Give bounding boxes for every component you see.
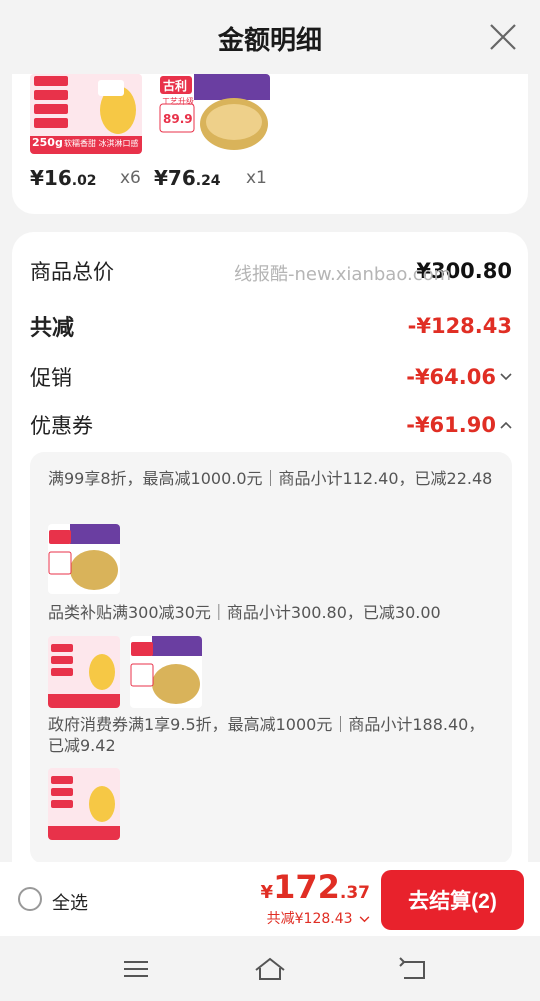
select-all-radio[interactable]	[18, 887, 42, 911]
coupon-detail-panel: 满99享8折，最高减1000.0元｜商品小计112.40，已减22.48 品类补…	[30, 452, 512, 864]
reduce-row: 共减 -¥128.43	[30, 310, 512, 342]
grand-total: ¥172.37	[261, 868, 370, 906]
home-icon[interactable]	[252, 954, 288, 984]
coupon-row[interactable]: 优惠券 -¥61.90	[30, 410, 512, 440]
product-a-price-int: ¥16	[30, 166, 72, 190]
promo-value-wrap: -¥64.06	[406, 365, 512, 389]
back-icon[interactable]	[396, 954, 432, 984]
reduce-label: 共减	[30, 316, 75, 341]
product-b-price-label: ¥76.24	[154, 166, 221, 190]
product-a-qty: x6	[120, 168, 141, 188]
grand-total-int: 172	[273, 868, 340, 906]
product-a-slogan: 软糯香甜 冰淇淋口感	[64, 139, 139, 148]
coupon-value-wrap: -¥61.90	[406, 413, 512, 437]
product-b-tag: 工艺升级	[162, 97, 194, 106]
menu-icon[interactable]	[118, 954, 154, 984]
system-nav-bar	[0, 936, 540, 1001]
product-image-b-icon	[48, 524, 120, 594]
chevron-down-icon	[359, 916, 370, 923]
saved-amount[interactable]: 共减¥128.43	[267, 908, 370, 928]
chevron-up-icon[interactable]	[500, 418, 512, 433]
product-b-price-dec: .24	[195, 173, 221, 189]
coupon-label: 优惠券	[30, 414, 93, 438]
coupon-detail-2: 品类补贴满300减30元｜商品小计300.80，已减30.00	[48, 603, 441, 622]
chevron-down-icon[interactable]	[500, 370, 512, 385]
product-summary-card: 250g 软糯香甜 冰淇淋口感 古利 工艺升级 89.9 ¥16.02 x6 ¥…	[12, 74, 528, 214]
product-b-brand: 古利	[163, 79, 188, 93]
close-icon[interactable]	[488, 22, 518, 52]
coupon-2-product-thumb-a[interactable]	[48, 636, 120, 708]
product-a-weight: 250g	[32, 136, 63, 149]
product-b-price-int: ¥76	[154, 166, 196, 190]
product-image-a-icon	[48, 636, 120, 708]
checkout-button[interactable]: 去结算(2)	[381, 870, 524, 930]
product-a-price-dec: .02	[71, 173, 97, 189]
coupon-value: -¥61.90	[406, 413, 496, 437]
promo-label: 促销	[30, 366, 72, 390]
saved-amount-text: 共减¥128.43	[266, 911, 353, 927]
product-thumbnail-b[interactable]: 古利 工艺升级 89.9	[158, 74, 270, 154]
checkout-bar: 全选 ¥172.37 共减¥128.43 去结算(2)	[0, 862, 540, 936]
coupon-2-product-thumb-b[interactable]	[130, 636, 202, 708]
product-image-b-icon	[130, 636, 202, 708]
grand-total-currency: ¥	[260, 882, 274, 903]
product-b-qty: x1	[246, 168, 267, 188]
watermark-text: 线报酷-new.xianbao.com	[234, 264, 452, 285]
product-image-a-icon	[48, 768, 120, 840]
coupon-3-product-thumb[interactable]	[48, 768, 120, 840]
total-price-label: 商品总价	[30, 260, 114, 284]
coupon-1-product-thumb[interactable]	[48, 524, 120, 594]
promo-row[interactable]: 促销 -¥64.06	[30, 362, 512, 392]
price-breakdown-card: 商品总价 ¥300.80 线报酷-new.xianbao.com 共减 -¥12…	[12, 232, 528, 872]
promo-value: -¥64.06	[406, 365, 496, 389]
reduce-value: -¥128.43	[407, 314, 512, 338]
sheet-header: 金额明细	[0, 0, 540, 76]
coupon-detail-1: 满99享8折，最高减1000.0元｜商品小计112.40，已减22.48	[48, 469, 493, 488]
select-all-label[interactable]: 全选	[52, 889, 88, 915]
product-a-price: ¥16.02	[30, 166, 97, 190]
product-b-price: 89.9	[163, 112, 193, 126]
sheet-title: 金额明细	[217, 26, 322, 56]
product-thumbnail-a[interactable]: 250g 软糯香甜 冰淇淋口感	[30, 74, 142, 154]
coupon-detail-3: 政府消费券满1享9.5折，最高减1000元｜商品小计188.40，已减9.42	[48, 715, 485, 755]
grand-total-dec: .37	[339, 883, 370, 903]
